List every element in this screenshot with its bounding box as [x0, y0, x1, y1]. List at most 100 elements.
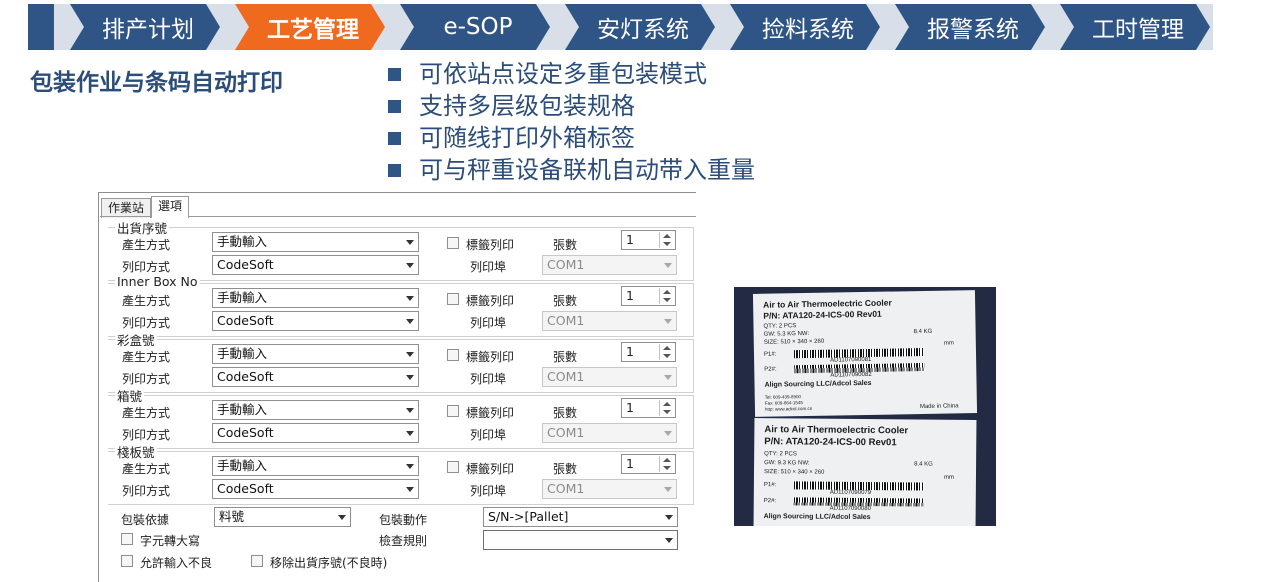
label-print-label: 標籤列印	[466, 350, 515, 364]
print-mode-label: 列印方式	[122, 260, 171, 274]
count-value: 1	[626, 232, 634, 247]
check-rule-label: 檢查規則	[379, 534, 428, 548]
tab-options[interactable]: 選項	[151, 196, 190, 218]
label-web: http: www.adcol.com.cn	[764, 405, 813, 412]
printer-port-select[interactable]: COM1	[542, 311, 677, 331]
label-qty: QTY: 2 PCS	[764, 451, 797, 458]
mode-select[interactable]: 手動輸入	[212, 456, 419, 476]
option-group: 出貨序號 產生方式 手動輸入 標籤列印 張數 1 列印方式 CodeSoft 列…	[108, 218, 694, 281]
print-mode-value: CodeSoft	[217, 369, 274, 384]
tab-workstation[interactable]: 作業站	[101, 198, 152, 218]
chevron-down-icon	[406, 263, 414, 268]
spinner-buttons[interactable]	[659, 456, 674, 472]
mode-select[interactable]: 手動輸入	[212, 400, 419, 420]
label-print-checkbox[interactable]	[447, 405, 459, 417]
allow-bad-checkbox[interactable]	[121, 555, 133, 567]
pack-basis-label: 包裝依據	[121, 513, 170, 527]
chevron-down-icon	[406, 296, 414, 301]
label-print-checkbox[interactable]	[447, 349, 459, 361]
bullet-square-icon	[388, 163, 401, 177]
printer-port-select[interactable]: COM1	[542, 423, 677, 443]
remove-serial-checkbox[interactable]	[251, 555, 263, 567]
mode-label: 產生方式	[122, 406, 171, 420]
mode-value: 手動輸入	[217, 290, 268, 305]
count-label: 張數	[553, 350, 578, 364]
print-mode-select[interactable]: CodeSoft	[212, 423, 419, 443]
chevron-down-icon	[406, 352, 414, 357]
printer-port-select[interactable]: COM1	[542, 479, 677, 499]
pack-basis-select[interactable]: 料號	[214, 507, 351, 527]
label-title: Air to Air Thermoelectric Cooler	[764, 424, 909, 437]
feature-text: 可随线打印外箱标签	[419, 124, 635, 152]
spinner-buttons[interactable]	[659, 344, 674, 360]
print-mode-select[interactable]: CodeSoft	[212, 255, 419, 275]
mode-value: 手動輸入	[217, 402, 268, 417]
count-spinner[interactable]: 1	[621, 342, 676, 362]
bullet-square-icon	[388, 131, 401, 145]
chevron-down-icon	[664, 375, 672, 380]
nav-item-work-hours[interactable]: 工时管理	[1060, 4, 1210, 50]
chevron-down-icon	[406, 408, 414, 413]
option-group: 棧板號 產生方式 手動輸入 標籤列印 張數 1 列印方式 CodeSoft 列印…	[108, 442, 694, 505]
label-print-label: 標籤列印	[466, 294, 515, 308]
count-spinner[interactable]: 1	[621, 454, 676, 474]
label-p1-code: AD1107090081	[830, 356, 872, 364]
print-mode-select[interactable]: CodeSoft	[212, 311, 419, 331]
count-spinner[interactable]: 1	[621, 286, 676, 306]
label-print-label: 標籤列印	[466, 238, 515, 252]
spinner-buttons[interactable]	[659, 288, 674, 304]
nav-item-alarm[interactable]: 报警系统	[895, 4, 1045, 50]
printer-port-select[interactable]: COM1	[542, 367, 677, 387]
top-nav: 排产计划 工艺管理 e-SOP 安灯系统 捡料系统 报警系统 工时管理	[28, 4, 1228, 50]
chevron-down-icon	[664, 487, 672, 492]
print-mode-select[interactable]: CodeSoft	[212, 367, 419, 387]
mode-select[interactable]: 手動輸入	[212, 232, 419, 252]
pack-action-select[interactable]: S/N->[Pallet]	[483, 507, 678, 527]
label-unit: mm	[943, 474, 954, 481]
check-rule-select[interactable]	[483, 530, 678, 550]
nav-item-esop[interactable]: e-SOP	[400, 4, 550, 50]
shipping-label: Air to Air Thermoelectric Cooler P/N: AT…	[753, 418, 977, 526]
mode-select[interactable]: 手動輸入	[212, 344, 419, 364]
feature-item: 可依站点设定多重包装模式	[388, 58, 755, 90]
arrow-up-icon	[663, 346, 671, 350]
options-panel: 出貨序號 產生方式 手動輸入 標籤列印 張數 1 列印方式 CodeSoft 列…	[100, 216, 696, 582]
print-mode-value: CodeSoft	[217, 257, 274, 272]
chevron-down-icon	[406, 240, 414, 245]
bullet-square-icon	[388, 67, 401, 81]
label-qty: QTY: 2 PCS	[763, 323, 797, 330]
nav-item-process-management[interactable]: 工艺管理	[235, 4, 385, 50]
count-label: 張數	[553, 294, 578, 308]
mode-label: 產生方式	[122, 462, 171, 476]
shipping-label-photo: Air to Air Thermoelectric Cooler P/N: AT…	[734, 287, 996, 526]
spinner-buttons[interactable]	[659, 232, 674, 248]
group-title: Inner Box No	[115, 274, 200, 289]
spinner-buttons[interactable]	[659, 400, 674, 416]
group-title: 出貨序號	[115, 218, 170, 237]
pack-action-label: 包裝動作	[379, 513, 428, 527]
print-mode-value: CodeSoft	[217, 481, 274, 496]
print-mode-select[interactable]: CodeSoft	[212, 479, 419, 499]
nav-item-scheduling[interactable]: 排产计划	[70, 4, 220, 50]
printer-port-select[interactable]: COM1	[542, 255, 677, 275]
label-p1: P1#:	[763, 351, 777, 358]
arrow-down-icon	[663, 354, 671, 358]
printer-port-label: 列印埠	[470, 372, 507, 386]
nav-item-andon[interactable]: 安灯系统	[565, 4, 715, 50]
pack-basis-value: 料號	[219, 509, 245, 524]
chevron-down-icon	[665, 538, 673, 543]
count-spinner[interactable]: 1	[621, 398, 676, 418]
chevron-down-icon	[406, 464, 414, 469]
label-print-checkbox[interactable]	[447, 237, 459, 249]
printer-port-label: 列印埠	[470, 260, 507, 274]
mode-select[interactable]: 手動輸入	[212, 288, 419, 308]
uppercase-checkbox[interactable]	[121, 533, 133, 545]
label-print-checkbox[interactable]	[447, 293, 459, 305]
printer-port-value: COM1	[547, 313, 585, 328]
shipping-label: Air to Air Thermoelectric Cooler P/N: AT…	[752, 290, 978, 417]
feature-text: 支持多层级包装规格	[419, 92, 635, 120]
count-spinner[interactable]: 1	[621, 230, 676, 250]
label-p2: P2#:	[763, 498, 777, 505]
label-print-checkbox[interactable]	[447, 461, 459, 473]
nav-item-picking[interactable]: 捡料系统	[730, 4, 880, 50]
